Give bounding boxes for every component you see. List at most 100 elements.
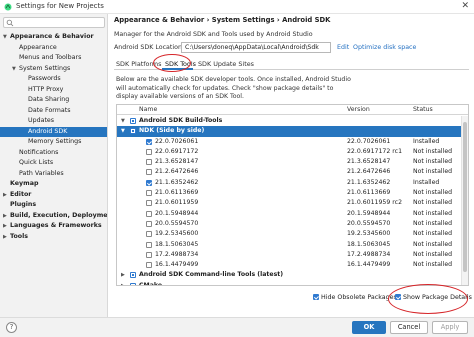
row-checkbox[interactable] <box>146 148 152 155</box>
row-status: Installed <box>413 137 440 145</box>
table-row[interactable]: 20.0.5594570 20.0.5594570 Not installed <box>117 219 468 229</box>
show-package-details-option[interactable]: Show Package Details <box>395 293 472 301</box>
table-row[interactable]: 21.0.6113669 21.0.6113669 Not installed <box>117 188 468 198</box>
settings-search-input[interactable] <box>3 17 105 28</box>
expand-arrow-icon[interactable]: ▼ <box>3 32 10 43</box>
table-row[interactable]: 21.2.6472646 21.2.6472646 Not installed <box>117 167 468 177</box>
sidebar-item[interactable]: Data Sharing <box>0 95 107 106</box>
row-name: 21.0.6113669 <box>155 189 199 197</box>
sidebar-item[interactable]: Appearance <box>0 43 107 54</box>
row-checkbox[interactable] <box>146 262 152 269</box>
sidebar-item[interactable]: Quick Lists <box>0 158 107 169</box>
expand-arrow-icon[interactable]: ▼ <box>121 116 127 126</box>
sidebar-item[interactable]: Plugins <box>0 200 107 211</box>
collapse-arrow-icon[interactable]: ▶ <box>3 211 10 222</box>
optimize-disk-space-link[interactable]: Optimize disk space <box>353 44 416 51</box>
row-checkbox[interactable] <box>146 169 152 176</box>
row-checkbox[interactable] <box>146 231 152 238</box>
table-row[interactable]: 20.1.5948944 20.1.5948944 Not installed <box>117 209 468 219</box>
sidebar-item[interactable]: Android SDK <box>0 126 107 137</box>
sidebar-item-label: Android SDK <box>28 127 68 135</box>
row-name: Android SDK Build-Tools <box>139 117 223 124</box>
hide-obsolete-checkbox[interactable] <box>313 294 319 300</box>
collapse-arrow-icon[interactable]: ▶ <box>121 270 127 280</box>
table-row[interactable]: 22.0.6917172 22.0.6917172 rc1 Not installe… <box>117 147 468 157</box>
row-checkbox[interactable] <box>146 251 152 258</box>
column-header-status[interactable]: Status <box>413 106 433 113</box>
sidebar-item[interactable]: Notifications <box>0 148 107 159</box>
tab-sdk-tools[interactable]: SDK Tools <box>165 60 196 68</box>
tab-sdk-platforms[interactable]: SDK Platforms <box>116 60 161 68</box>
settings-sidebar: ▼ Appearance & Behavior Appearance Menus an… <box>0 14 108 317</box>
collapse-arrow-icon[interactable]: ▶ <box>3 190 10 201</box>
sidebar-item-label: Passwords <box>28 75 61 82</box>
sidebar-item[interactable]: ▶ Build, Execution, Deployment <box>0 211 107 222</box>
table-row[interactable]: 19.2.5345600 19.2.5345600 Not installed <box>117 229 468 239</box>
show-package-details-checkbox[interactable] <box>395 294 401 300</box>
table-row[interactable]: 21.0.6011959 21.0.6011959 rc2 Not installe… <box>117 198 468 208</box>
ok-button[interactable]: OK <box>352 321 386 334</box>
cancel-button[interactable]: Cancel <box>390 321 428 334</box>
table-row[interactable]: ▶ Android SDK Command-line Tools (latest) <box>117 270 468 280</box>
sdk-location-field[interactable]: C:\Users\doneq\AppData\Local\Android\Sdk <box>181 42 331 53</box>
sidebar-item[interactable]: HTTP Proxy <box>0 85 107 96</box>
table-row[interactable]: 16.1.4479499 16.1.4479499 Not installed <box>117 260 468 270</box>
sidebar-item[interactable]: Menus and Toolbars <box>0 53 107 64</box>
sidebar-item[interactable]: Keymap <box>0 179 107 190</box>
collapse-arrow-icon[interactable]: ▶ <box>121 281 127 285</box>
row-name: 18.1.5063045 <box>155 240 199 248</box>
expand-arrow-icon[interactable]: ▼ <box>12 64 19 75</box>
sidebar-item[interactable]: ▶ Tools <box>0 232 107 243</box>
edit-link[interactable]: Edit <box>337 44 349 51</box>
table-row[interactable]: ▼ Android SDK Build-Tools <box>117 116 468 126</box>
row-checkbox[interactable] <box>130 118 136 124</box>
row-checkbox[interactable] <box>146 138 152 145</box>
table-row[interactable]: 21.3.6528147 21.3.6528147 Not installed <box>117 157 468 167</box>
row-checkbox[interactable] <box>130 128 136 135</box>
row-checkbox[interactable] <box>146 220 152 227</box>
help-icon[interactable]: ? <box>6 322 17 333</box>
scrollbar-thumb[interactable] <box>463 122 467 272</box>
table-row[interactable]: 18.1.5063045 18.1.5063045 Not installed <box>117 240 468 250</box>
row-name: 20.1.5948944 <box>155 209 199 217</box>
row-checkbox[interactable] <box>146 190 152 197</box>
row-checkbox[interactable] <box>146 210 152 217</box>
apply-button[interactable]: Apply <box>432 321 468 334</box>
row-checkbox[interactable] <box>146 241 152 248</box>
sidebar-item[interactable]: ▼ System Settings <box>0 64 107 75</box>
sidebar-item[interactable]: Passwords <box>0 74 107 85</box>
close-icon[interactable]: ✕ <box>461 1 469 11</box>
row-name: 17.2.4988734 <box>155 250 199 258</box>
table-row[interactable]: 21.1.6352462 21.1.6352462 Installed <box>117 178 468 188</box>
row-checkbox[interactable] <box>146 200 152 207</box>
tab-sdk-update-sites[interactable]: SDK Update Sites <box>198 60 254 68</box>
table-row[interactable]: ▼ NDK (Side by side) <box>117 126 468 137</box>
row-checkbox[interactable] <box>146 179 152 186</box>
column-header-name[interactable]: Name <box>139 106 157 113</box>
row-checkbox[interactable] <box>130 282 136 285</box>
sidebar-item[interactable]: ▶ Editor <box>0 190 107 201</box>
row-name: 16.1.4479499 <box>155 261 199 269</box>
table-row[interactable]: 22.0.7026061 22.0.7026061 Installed <box>117 137 468 147</box>
collapse-arrow-icon[interactable]: ▶ <box>3 232 10 243</box>
row-checkbox[interactable] <box>130 272 136 279</box>
table-row[interactable]: ▶ CMake <box>117 281 468 285</box>
sidebar-item[interactable]: Updates <box>0 116 107 127</box>
collapse-arrow-icon[interactable]: ▶ <box>3 221 10 232</box>
row-version: 21.1.6352462 <box>347 178 391 186</box>
sidebar-item[interactable]: ▼ Appearance & Behavior <box>0 32 107 43</box>
table-row[interactable]: 17.2.4988734 17.2.4988734 Not installed <box>117 250 468 260</box>
sidebar-item[interactable]: Date Formats <box>0 106 107 117</box>
table-body: ▼ Android SDK Build-Tools ▼ NDK (Side by si… <box>117 116 468 285</box>
table-scrollbar[interactable] <box>461 116 468 285</box>
hide-obsolete-option[interactable]: Hide Obsolete Packages <box>313 293 397 301</box>
sidebar-item[interactable]: Memory Settings <box>0 137 107 148</box>
row-version: 18.1.5063045 <box>347 240 391 248</box>
sidebar-item[interactable]: ▶ Languages & Frameworks <box>0 221 107 232</box>
expand-arrow-icon[interactable]: ▼ <box>121 126 127 136</box>
row-name: 21.0.6011959 <box>155 199 199 207</box>
column-header-version[interactable]: Version <box>347 106 370 113</box>
row-status: Not installed <box>413 250 453 258</box>
sidebar-item[interactable]: Path Variables <box>0 169 107 180</box>
row-checkbox[interactable] <box>146 159 152 166</box>
